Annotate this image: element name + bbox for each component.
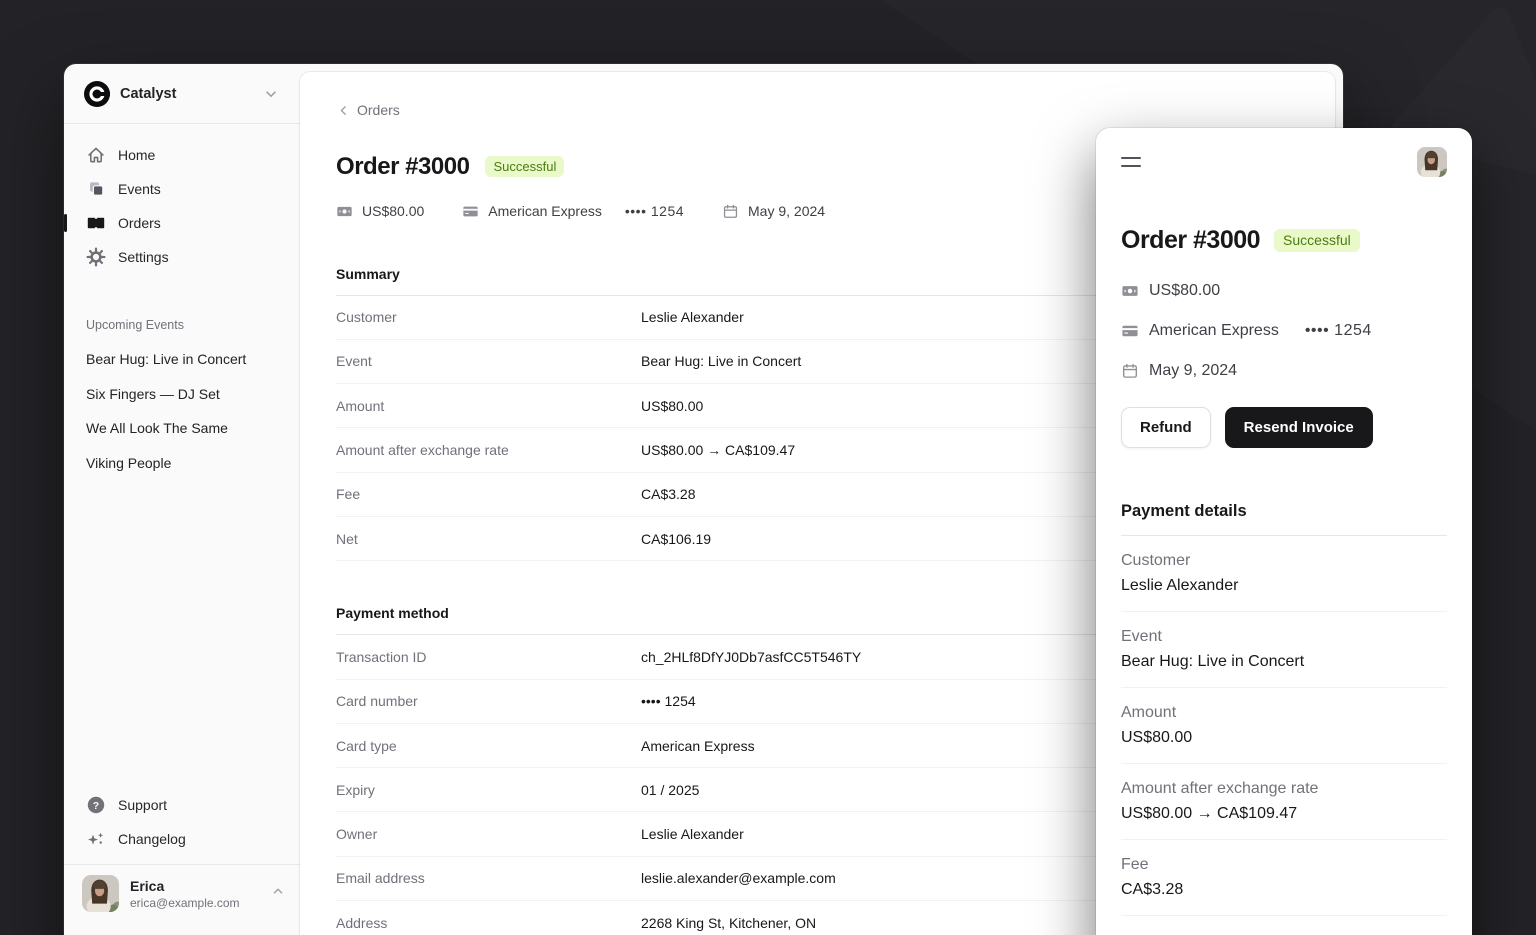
banknote-icon — [336, 203, 353, 220]
list-item: Amount after exchange rate US$80.00 → CA… — [1121, 764, 1447, 840]
sidebar-event-item[interactable]: Viking People — [76, 446, 288, 481]
sparkles-icon — [86, 829, 106, 849]
order-meta: US$80.00 American Express •••• 1254 May … — [1121, 271, 1447, 391]
list-item: Amount US$80.00 — [1121, 688, 1447, 764]
chevron-up-icon — [270, 883, 286, 904]
sidebar: Catalyst Home Events Orders Settings — [64, 64, 300, 935]
gear-icon — [86, 247, 106, 267]
account-menu[interactable]: Erica erica@example.com — [64, 865, 300, 912]
support-icon: ? — [86, 795, 106, 815]
page-title: Order #3000 — [1121, 226, 1260, 255]
meta-card-last4: •••• 1254 — [1305, 322, 1372, 340]
home-icon — [86, 145, 106, 165]
chevron-left-icon — [336, 103, 351, 118]
sidebar-event-item[interactable]: Six Fingers — DJ Set — [76, 377, 288, 412]
sidebar-footer: ? Support Changelog Erica erica@example.… — [64, 788, 300, 912]
catalyst-logo-icon — [84, 81, 110, 107]
team-switcher[interactable]: Catalyst — [64, 64, 300, 124]
calendar-icon — [1121, 362, 1139, 380]
sidebar-event-item[interactable]: Bear Hug: Live in Concert — [76, 342, 288, 377]
user-name: Erica — [130, 878, 259, 894]
sidebar-item-support[interactable]: ? Support — [76, 788, 288, 822]
banknote-icon — [1121, 282, 1139, 300]
active-indicator — [64, 214, 67, 232]
credit-card-icon — [1121, 322, 1139, 340]
sidebar-item-events[interactable]: Events — [76, 172, 288, 206]
sidebar-item-home[interactable]: Home — [76, 138, 288, 172]
meta-date: May 9, 2024 — [1149, 362, 1237, 380]
mobile-app-window: Order #3000 Successful US$80.00 American… — [1096, 128, 1472, 935]
sidebar-nav: Home Events Orders Settings — [64, 124, 300, 274]
brand-name: Catalyst — [120, 86, 252, 102]
list-item: Fee CA$3.28 — [1121, 840, 1447, 916]
user-email: erica@example.com — [130, 896, 259, 910]
page-title: Order #3000 — [336, 153, 469, 181]
list-item: Event Bear Hug: Live in Concert — [1121, 612, 1447, 688]
mobile-navbar — [1121, 146, 1447, 178]
refund-button[interactable]: Refund — [1121, 407, 1211, 448]
sidebar-item-orders[interactable]: Orders — [76, 206, 288, 240]
list-item: Customer Leslie Alexander — [1121, 536, 1447, 612]
svg-text:?: ? — [93, 800, 99, 812]
menu-icon[interactable] — [1121, 150, 1145, 174]
upcoming-events-list: Bear Hug: Live in Concert Six Fingers — … — [64, 332, 300, 480]
calendar-icon — [722, 203, 739, 220]
payment-details-list: Customer Leslie Alexander Event Bear Hug… — [1121, 536, 1447, 916]
meta-card-last4: •••• 1254 — [625, 203, 684, 219]
breadcrumb-back-orders[interactable]: Orders — [336, 102, 400, 118]
events-icon — [86, 179, 106, 199]
status-badge: Successful — [485, 156, 564, 178]
payment-details-heading: Payment details — [1121, 502, 1447, 521]
user-avatar — [82, 875, 119, 912]
credit-card-icon — [462, 203, 479, 220]
meta-card-type: American Express — [488, 203, 602, 219]
meta-card-type: American Express — [1149, 322, 1279, 340]
sidebar-item-changelog[interactable]: Changelog — [76, 822, 288, 856]
meta-date: May 9, 2024 — [748, 203, 825, 219]
chevron-down-icon — [262, 85, 280, 103]
meta-amount: US$80.00 — [1149, 282, 1220, 300]
sidebar-item-settings[interactable]: Settings — [76, 240, 288, 274]
orders-ticket-icon — [86, 213, 106, 233]
meta-amount: US$80.00 — [362, 203, 424, 219]
status-badge: Successful — [1274, 229, 1360, 252]
upcoming-events-label: Upcoming Events — [64, 318, 300, 332]
user-avatar[interactable] — [1417, 147, 1447, 177]
sidebar-event-item[interactable]: We All Look The Same — [76, 411, 288, 446]
resend-invoice-button[interactable]: Resend Invoice — [1225, 407, 1373, 448]
